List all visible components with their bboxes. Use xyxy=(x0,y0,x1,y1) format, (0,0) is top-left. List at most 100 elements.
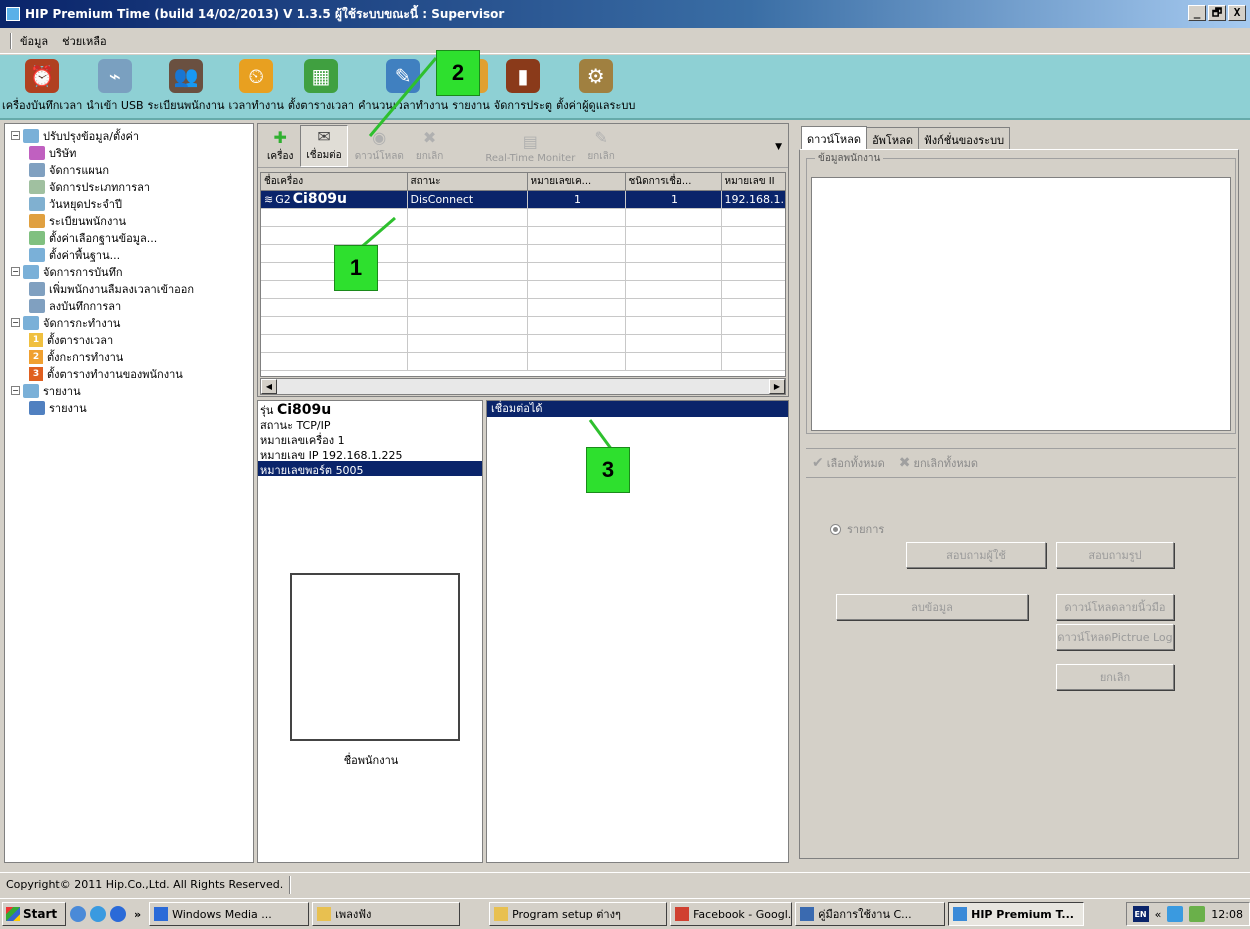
tree-item[interactable]: จัดการแผนก xyxy=(7,161,251,178)
tree-item[interactable]: 2 ตั้งกะการทำงาน xyxy=(7,348,251,365)
tree-item[interactable]: รายงาน xyxy=(7,399,251,416)
tab-system-functions[interactable]: ฟังก์ชั่นของระบบ xyxy=(917,127,1011,149)
internet-explorer-icon[interactable] xyxy=(90,906,106,922)
column-header[interactable]: สถานะ xyxy=(407,173,528,191)
device-info-row[interactable]: หมายเลข IP 192.168.1.225 xyxy=(258,446,482,462)
horizontal-scrollbar[interactable]: ◀ ▶ xyxy=(260,378,786,395)
info-label: หมายเลขพอร์ต xyxy=(260,464,333,477)
delete-data-button[interactable]: ลบข้อมูล xyxy=(836,594,1028,620)
language-indicator[interactable]: EN xyxy=(1132,906,1149,922)
minimize-button[interactable]: _ xyxy=(1188,5,1206,21)
device-info-row[interactable]: หมายเลขเครื่อง 1 xyxy=(258,431,482,447)
select-all-button[interactable]: ✔ เลือกทั้งหมด xyxy=(812,454,885,472)
taskbar-item[interactable]: Facebook - Googl... xyxy=(670,902,793,926)
tree-item-label: ตั้งตารางเวลา xyxy=(47,333,114,347)
menu-grip xyxy=(10,32,12,49)
query-photo-button[interactable]: สอบถามรูป xyxy=(1056,542,1174,568)
tab-upload[interactable]: อัพโหลด xyxy=(866,127,919,149)
device-toolbar-button-1[interactable]: ✉ เชื่อมต่อ xyxy=(300,125,348,167)
start-button[interactable]: Start xyxy=(2,902,66,926)
step-number-icon: 1 xyxy=(29,332,43,347)
tree-item[interactable]: − จัดการกะทำงาน xyxy=(7,314,251,331)
tree-expander-icon[interactable]: − xyxy=(11,267,20,276)
tray-network-icon[interactable] xyxy=(1167,906,1184,922)
tree-item[interactable]: 1 ตั้งตารางเวลา xyxy=(7,331,251,348)
show-desktop-icon[interactable] xyxy=(70,906,86,922)
device-toolbar-button-0[interactable]: ✚ เครื่อง xyxy=(262,127,298,167)
tree-item[interactable]: ตั้งค่าเลือกฐานข้อมูล... xyxy=(7,229,251,246)
column-header[interactable]: ชื่อเครื่อง xyxy=(261,173,408,191)
query-user-button[interactable]: สอบถามผู้ใช้ xyxy=(906,542,1046,568)
device-toolbar-button-2[interactable]: ◉ ดาวน์โหลด xyxy=(350,127,409,167)
tree-item[interactable]: ระเบียนพนักงาน xyxy=(7,212,251,229)
table-row[interactable]: ≋ G2 Ci809u DisConnect 1 1 192.168.1. xyxy=(261,190,785,209)
door-icon: ▮ xyxy=(505,59,540,93)
tree-expander-icon[interactable]: − xyxy=(11,386,20,395)
toolbar-button-4[interactable]: ▦ ตั้งตารางเวลา xyxy=(286,59,356,118)
device-model-row: รุ่น Ci809u xyxy=(258,401,482,418)
scroll-right-icon[interactable]: ▶ xyxy=(769,379,785,394)
tree-item-label: จัดการประเภทการลา xyxy=(49,180,151,194)
device-toolbar-button-3[interactable]: ✖ ยกเลิก xyxy=(411,127,449,167)
app-icon xyxy=(800,907,815,921)
toolbar-button-2[interactable]: 👥 ระเบียนพนักงาน xyxy=(146,59,227,118)
tray-messenger-icon[interactable] xyxy=(1189,906,1206,922)
toolbar-button-3[interactable]: ⏲ เวลาทำงาน xyxy=(227,59,286,118)
folder-icon xyxy=(29,400,45,415)
media-player-icon[interactable] xyxy=(110,906,126,922)
list-radio[interactable]: รายการ xyxy=(830,520,884,538)
tree-item[interactable]: − ปรับปรุงข้อมูล/ตั้งค่า xyxy=(7,127,251,144)
tree-item[interactable]: ตั้งค่าพื้นฐาน... xyxy=(7,246,251,263)
tree-item-label: วันหยุดประจำปี xyxy=(49,197,122,211)
tree-expander-icon[interactable]: − xyxy=(11,131,20,140)
device-toolbar-button-5[interactable]: ✎ ยกเลิก xyxy=(582,127,620,167)
toolbar-button-1[interactable]: ⌁ นำเข้า USB xyxy=(84,59,145,118)
tab-download[interactable]: ดาวน์โหลด xyxy=(801,126,868,150)
tree-item[interactable]: − จัดการการบันทึก xyxy=(7,263,251,280)
column-header[interactable]: หมายเลข II xyxy=(721,173,785,191)
device-info-row[interactable]: สถานะ TCP/IP xyxy=(258,416,482,432)
tray-expand-icon[interactable]: « xyxy=(1155,908,1162,921)
column-header[interactable]: หมายเลขเค... xyxy=(527,173,626,191)
download-fingerprint-button[interactable]: ดาวน์โหลดลายนิ้วมือ xyxy=(1056,594,1174,620)
tree-item[interactable]: จัดการประเภทการลา xyxy=(7,178,251,195)
menu-data[interactable]: ข้อมูล xyxy=(20,32,48,50)
menu-help[interactable]: ช่วยเหลือ xyxy=(62,32,106,50)
scroll-left-icon[interactable]: ◀ xyxy=(261,379,277,394)
tree-item[interactable]: วันหยุดประจำปี xyxy=(7,195,251,212)
close-button[interactable]: X xyxy=(1228,5,1246,21)
tree-item[interactable]: เพิ่มพนักงานลืมลงเวลาเข้าออก xyxy=(7,280,251,297)
employee-list[interactable] xyxy=(811,177,1231,431)
clock: 12:08 xyxy=(1211,907,1243,921)
device-toolbar-button-4[interactable]: ▤ Real-Time Moniter xyxy=(480,131,580,167)
tree-expander-icon[interactable]: − xyxy=(11,318,20,327)
tree-item-label: รายงาน xyxy=(49,401,87,415)
tree-item[interactable]: − รายงาน xyxy=(7,382,251,399)
taskbar-item[interactable]: คู่มือการใช้งาน C... xyxy=(795,902,946,926)
toolbar-button-0[interactable]: ⏰ เครื่องบันทึกเวลา xyxy=(0,59,84,118)
taskbar-item[interactable]: เพลงฟัง xyxy=(312,902,461,926)
taskbar-item[interactable]: Windows Media ... xyxy=(149,902,310,926)
toolbar-overflow-icon[interactable]: ▼ xyxy=(775,142,782,152)
taskbar-item-label: Windows Media ... xyxy=(172,907,272,921)
ip-cell: 192.168.1. xyxy=(721,190,785,209)
column-header[interactable]: ชนิดการเชื่อ... xyxy=(625,173,722,191)
taskbar-item[interactable]: HIP Premium T... xyxy=(948,902,1085,926)
toolbar-button-8[interactable]: ⚙ ตั้งค่าผู้ดูแลระบบ xyxy=(554,59,637,118)
empty-cell xyxy=(527,280,626,299)
deselect-all-button[interactable]: ✖ ยกเลิกทั้งหมด xyxy=(899,454,978,472)
taskbar-item[interactable]: Program setup ต่างๆ xyxy=(489,902,668,926)
tree-item[interactable]: บริษัท xyxy=(7,144,251,161)
toolbar-button-7[interactable]: ▮ จัดการประตู xyxy=(492,59,554,118)
cancel-button[interactable]: ยกเลิก xyxy=(1056,664,1174,690)
empty-cell xyxy=(261,316,408,335)
tree-item[interactable]: 3 ตั้งตารางทำงานของพนักงาน xyxy=(7,365,251,382)
tree-item[interactable]: ลงบันทึกการลา xyxy=(7,297,251,314)
folder-icon xyxy=(29,145,45,160)
download-picture-log-button[interactable]: ดาวน์โหลดPictrue Log xyxy=(1056,624,1174,650)
quicklaunch-chevron[interactable]: » xyxy=(134,908,141,921)
restore-button[interactable]: 🗗 xyxy=(1208,5,1226,21)
app-icon xyxy=(317,907,332,921)
device-info-row[interactable]: หมายเลขพอร์ต 5005 xyxy=(258,461,482,477)
group-label: ข้อมูลพนักงาน xyxy=(815,151,884,166)
